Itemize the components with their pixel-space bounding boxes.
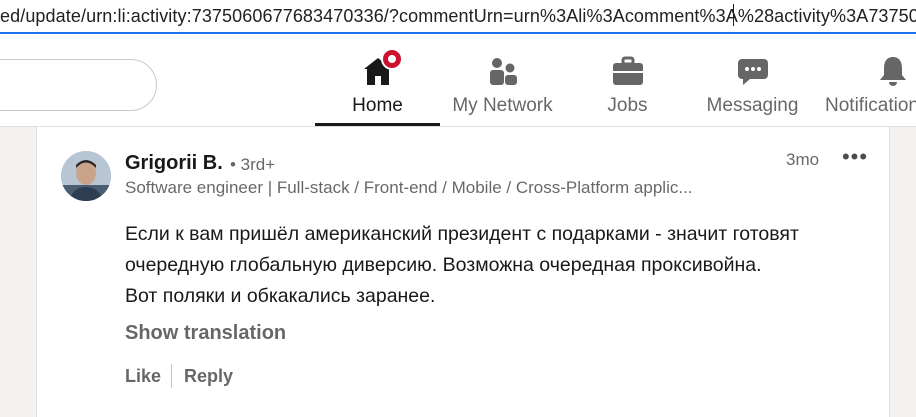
nav-home[interactable]: Home bbox=[315, 48, 440, 126]
nav-my-network[interactable]: My Network bbox=[445, 52, 560, 126]
address-bar[interactable]: ed/update/urn:li:activity:73750606776834… bbox=[0, 0, 916, 34]
url-text[interactable]: ed/update/urn:li:activity:73750606776834… bbox=[0, 6, 916, 27]
search-input[interactable] bbox=[0, 59, 157, 111]
author-name[interactable]: Grigorii B. bbox=[125, 152, 223, 175]
bell-icon bbox=[876, 54, 910, 88]
author-headline: Software engineer | Full-stack / Front-e… bbox=[125, 178, 693, 197]
briefcase-icon bbox=[611, 54, 645, 88]
reply-button[interactable]: Reply bbox=[184, 366, 233, 387]
text-caret bbox=[733, 4, 734, 26]
nav-home-label: Home bbox=[352, 95, 403, 116]
comment-line: Вот поляки и обкакались заранее. bbox=[125, 285, 436, 307]
nav-notifications-label: Notifications bbox=[825, 95, 916, 116]
home-icon bbox=[361, 48, 403, 88]
avatar[interactable] bbox=[61, 151, 111, 201]
chat-icon bbox=[736, 54, 770, 88]
nav-my-network-label: My Network bbox=[452, 95, 553, 116]
comment-line: Если к вам пришёл американский президент… bbox=[125, 223, 799, 245]
nav-messaging-label: Messaging bbox=[706, 95, 799, 116]
notification-badge bbox=[380, 48, 403, 70]
nav-notifications[interactable]: Notifications bbox=[825, 52, 916, 126]
comment-card: Grigorii B. • 3rd+ Software engineer | F… bbox=[36, 127, 890, 417]
divider bbox=[171, 364, 172, 388]
nav-jobs-label: Jobs bbox=[607, 95, 648, 116]
comment-line: очередную глобальную диверсию. Возможна … bbox=[125, 254, 762, 276]
more-options-icon[interactable]: ••• bbox=[841, 146, 869, 171]
top-navigation: Home My Network Jobs Messaging Notificat… bbox=[0, 34, 916, 127]
nav-jobs[interactable]: Jobs bbox=[580, 52, 675, 126]
comment-text: Если к вам пришёл американский президент… bbox=[125, 219, 895, 312]
people-icon bbox=[486, 54, 520, 88]
show-translation-button[interactable]: Show translation bbox=[125, 322, 286, 345]
connection-degree: • 3rd+ bbox=[230, 155, 276, 174]
like-button[interactable]: Like bbox=[125, 366, 161, 387]
nav-messaging[interactable]: Messaging bbox=[700, 52, 805, 126]
comment-timestamp: 3mo bbox=[786, 150, 820, 169]
